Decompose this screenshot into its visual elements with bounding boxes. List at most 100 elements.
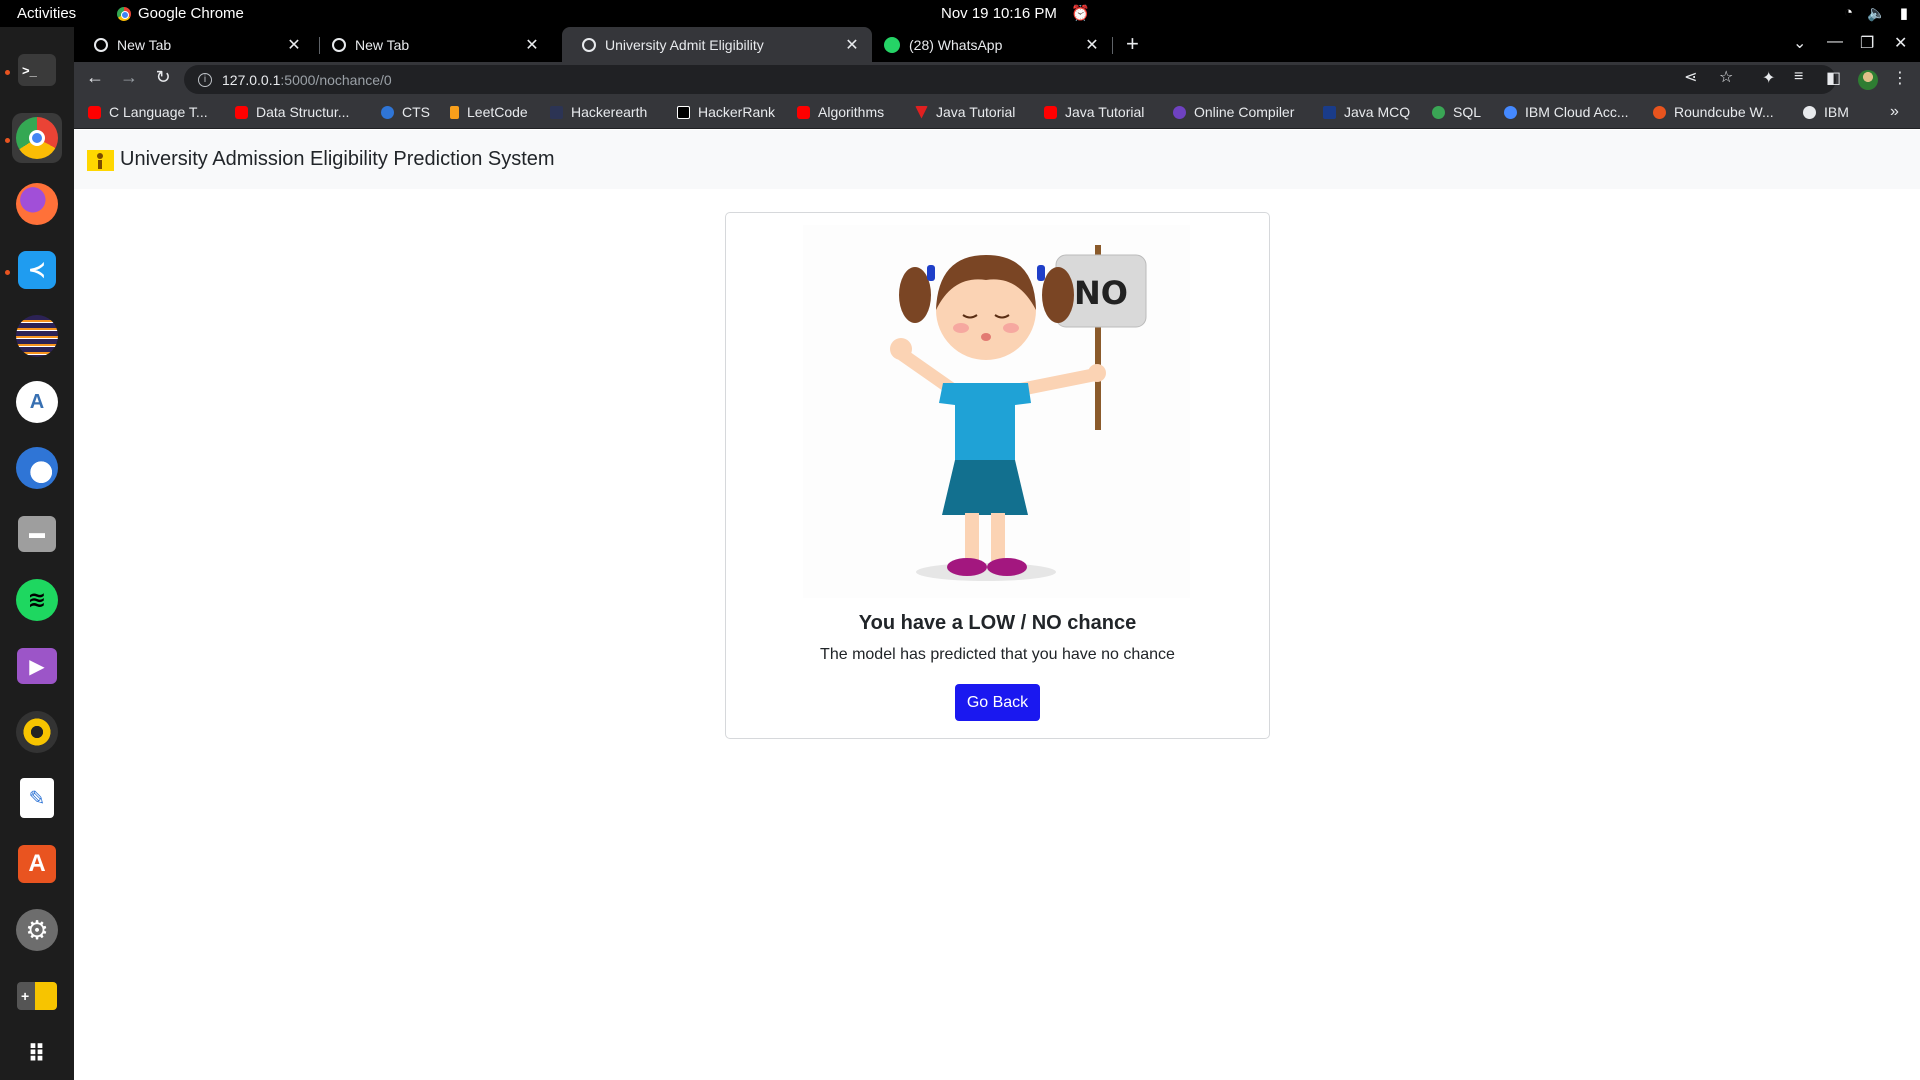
battery-icon: ▮ bbox=[1899, 5, 1908, 22]
show-apps-button[interactable]: ⠿ bbox=[12, 1029, 62, 1079]
forward-icon[interactable]: → bbox=[117, 67, 141, 88]
app-grid-icon: ⠿ bbox=[27, 1040, 47, 1068]
youtube-icon bbox=[797, 105, 810, 119]
reload-icon[interactable]: ↻ bbox=[151, 67, 175, 88]
more-bookmarks-icon[interactable]: » bbox=[1890, 103, 1899, 121]
sign-text: NO bbox=[1074, 274, 1128, 312]
bookmark-java-mcq[interactable]: Java MCQ bbox=[1323, 104, 1410, 120]
files-icon: ▬ bbox=[18, 516, 56, 552]
youtube-icon bbox=[1044, 105, 1057, 119]
close-icon[interactable]: ✕ bbox=[286, 35, 302, 55]
tab-separator bbox=[1112, 37, 1113, 54]
java-tutorial-icon bbox=[915, 105, 928, 119]
bookmark-sql[interactable]: SQL bbox=[1432, 104, 1481, 120]
terminal-icon: >_ bbox=[18, 54, 56, 86]
bookmark-star-icon[interactable]: ☆ bbox=[1719, 67, 1733, 87]
bookmark-data-structures[interactable]: Data Structur... bbox=[235, 104, 349, 120]
url-path: :5000/nochance/0 bbox=[280, 71, 392, 88]
bookmark-hackerrank[interactable]: HackerRank bbox=[677, 104, 775, 120]
close-window-icon[interactable]: ✕ bbox=[1894, 33, 1907, 53]
side-panel-icon[interactable]: ◧ bbox=[1826, 68, 1841, 88]
extensions-icon[interactable]: ✦ bbox=[1762, 68, 1775, 88]
text-editor-icon: ✎ bbox=[20, 778, 54, 818]
running-indicator bbox=[5, 70, 10, 75]
close-icon[interactable]: ✕ bbox=[1084, 35, 1100, 55]
menu-icon[interactable]: ⋮ bbox=[1892, 68, 1908, 88]
brand-logo-icon[interactable] bbox=[87, 150, 114, 171]
eclipse-launcher[interactable] bbox=[12, 311, 62, 361]
youtube-icon bbox=[88, 105, 101, 119]
eclipse-icon bbox=[16, 315, 58, 357]
system-top-bar: Activities Google Chrome Nov 19 10:16 PM… bbox=[0, 0, 1920, 27]
close-icon[interactable]: ✕ bbox=[844, 35, 860, 55]
text-editor-launcher[interactable]: ✎ bbox=[12, 773, 62, 823]
terminal-launcher[interactable]: >_ bbox=[12, 45, 62, 95]
globe-icon bbox=[582, 37, 596, 52]
vscode-launcher[interactable]: ≺ bbox=[12, 245, 62, 295]
info-icon[interactable]: i bbox=[198, 72, 212, 87]
workspace-launcher[interactable]: + bbox=[12, 971, 62, 1021]
tab-new-tab-1[interactable]: New Tab ✕ bbox=[74, 27, 314, 62]
chrome-icon bbox=[94, 37, 108, 52]
minimize-icon[interactable]: — bbox=[1827, 33, 1843, 51]
video-player-launcher[interactable]: ▶ bbox=[12, 641, 62, 691]
bookmark-hackerearth[interactable]: Hackerearth bbox=[550, 104, 647, 120]
whatsapp-icon bbox=[884, 36, 900, 53]
settings-launcher[interactable]: ⚙ bbox=[12, 905, 62, 955]
tab-whatsapp[interactable]: (28) WhatsApp ✕ bbox=[864, 27, 1112, 62]
vscode-icon: ≺ bbox=[18, 251, 56, 289]
thunderbird-launcher[interactable] bbox=[12, 443, 62, 493]
roundcube-icon bbox=[1653, 105, 1666, 119]
tab-new-tab-2[interactable]: New Tab ✕ bbox=[312, 27, 552, 62]
tab-search-icon[interactable]: ⌄ bbox=[1793, 33, 1806, 53]
activities-button[interactable]: Activities bbox=[17, 5, 76, 22]
workspace-icon: + bbox=[17, 982, 57, 1010]
java-mcq-icon bbox=[1323, 105, 1336, 119]
result-title: You have a LOW / NO chance bbox=[858, 612, 1137, 634]
go-back-button[interactable]: Go Back bbox=[955, 684, 1040, 721]
android-studio-launcher[interactable]: A bbox=[12, 377, 62, 427]
navbar-brand[interactable]: University Admission Eligibility Predict… bbox=[120, 148, 555, 171]
clock[interactable]: Nov 19 10:16 PM bbox=[941, 5, 1057, 22]
files-launcher[interactable]: ▬ bbox=[12, 509, 62, 559]
bookmark-ibm[interactable]: IBM bbox=[1803, 104, 1849, 120]
ibm-cloud-icon bbox=[1504, 105, 1517, 119]
firefox-launcher[interactable] bbox=[12, 179, 62, 229]
bookmark-c-language[interactable]: C Language T... bbox=[88, 104, 208, 120]
app-menu[interactable]: Google Chrome bbox=[117, 5, 244, 22]
rhythmbox-launcher[interactable] bbox=[12, 707, 62, 757]
new-tab-button[interactable]: + bbox=[1126, 31, 1139, 57]
profile-avatar[interactable] bbox=[1858, 70, 1878, 90]
bookmark-ibm-cloud[interactable]: IBM Cloud Acc... bbox=[1504, 104, 1628, 120]
tab-university-admit[interactable]: University Admit Eligibility ✕ bbox=[562, 27, 872, 62]
back-icon[interactable]: ← bbox=[83, 67, 107, 88]
navbar: University Admission Eligibility Predict… bbox=[74, 130, 1920, 189]
bookmark-java-tutorial-1[interactable]: Java Tutorial bbox=[915, 104, 1015, 120]
address-bar[interactable]: i 127.0.0.1:5000/nochance/0 bbox=[184, 65, 1836, 94]
url-host: 127.0.0.1 bbox=[222, 71, 281, 88]
running-indicator bbox=[5, 138, 10, 143]
bookmark-algorithms[interactable]: Algorithms bbox=[797, 104, 884, 120]
bookmark-leetcode[interactable]: LeetCode bbox=[450, 104, 528, 120]
software-center-launcher[interactable]: A bbox=[12, 839, 62, 889]
share-icon[interactable]: ⋖ bbox=[1684, 67, 1697, 87]
sql-icon bbox=[1432, 105, 1445, 119]
android-studio-icon: A bbox=[16, 381, 58, 423]
tab-title: New Tab bbox=[117, 36, 172, 53]
wifi-icon: ◔ bbox=[1843, 4, 1854, 21]
volume-icon: 🔈 bbox=[1867, 5, 1886, 22]
restore-icon[interactable]: ❐ bbox=[1860, 33, 1874, 53]
bookmark-java-tutorial-2[interactable]: Java Tutorial bbox=[1044, 104, 1144, 120]
firefox-icon bbox=[16, 183, 58, 225]
bookmark-online-compiler[interactable]: Online Compiler bbox=[1173, 104, 1294, 120]
hackerrank-icon bbox=[677, 105, 690, 119]
alarm-icon: ⏰ bbox=[1071, 5, 1090, 22]
bookmark-roundcube[interactable]: Roundcube W... bbox=[1653, 104, 1774, 120]
tab-strip: New Tab ✕ New Tab ✕ University Admit Eli… bbox=[74, 27, 1920, 62]
media-icon[interactable]: ≡ bbox=[1794, 68, 1803, 86]
bookmark-cts[interactable]: CTS bbox=[381, 104, 430, 120]
close-icon[interactable]: ✕ bbox=[524, 35, 540, 55]
spotify-launcher[interactable]: ≋ bbox=[12, 575, 62, 625]
chrome-launcher[interactable] bbox=[12, 113, 62, 163]
system-tray[interactable]: ◔ 🔈 ▮ bbox=[1844, 4, 1908, 22]
